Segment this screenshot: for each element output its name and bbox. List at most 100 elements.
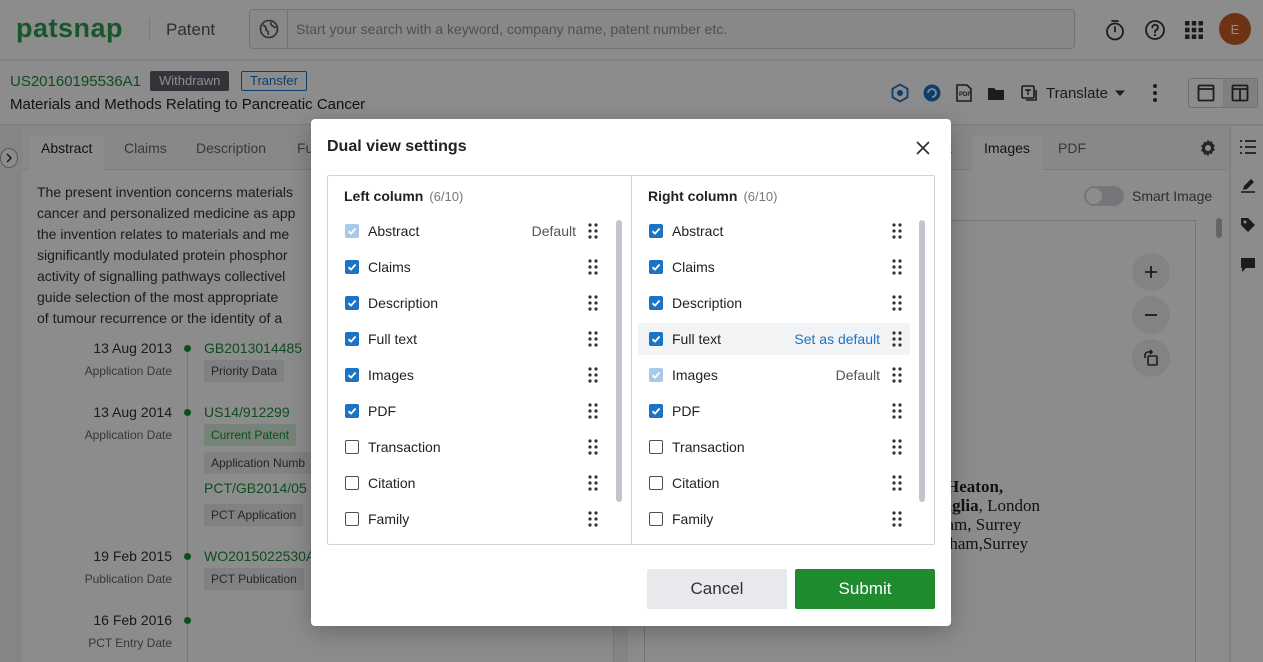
checkbox[interactable] xyxy=(345,332,359,346)
left-column-item-full-text[interactable]: Full text xyxy=(334,323,606,355)
check-icon xyxy=(651,262,661,272)
cancel-button[interactable]: Cancel xyxy=(647,569,787,609)
checkbox[interactable] xyxy=(345,368,359,382)
check-icon xyxy=(347,334,357,344)
check-icon xyxy=(347,406,357,416)
check-icon xyxy=(651,298,661,308)
check-icon xyxy=(651,370,661,380)
right-column-list: Abstract Claims Description Full text Set as… xyxy=(638,215,914,544)
item-label: Images xyxy=(672,367,718,383)
check-icon xyxy=(347,262,357,272)
drag-handle-icon[interactable] xyxy=(588,439,598,455)
item-label: Description xyxy=(672,295,742,311)
item-label: Transaction xyxy=(368,439,441,455)
right-column-scrollbar[interactable] xyxy=(919,220,925,502)
right-column-item-claims[interactable]: Claims xyxy=(638,251,910,283)
set-as-default-link[interactable]: Set as default xyxy=(794,331,880,347)
right-column-item-description[interactable]: Description xyxy=(638,287,910,319)
drag-handle-icon[interactable] xyxy=(588,331,598,347)
drag-handle-icon[interactable] xyxy=(588,475,598,491)
left-column-heading: Left column (6/10) xyxy=(344,188,463,204)
drag-handle-icon[interactable] xyxy=(588,295,598,311)
item-label: Abstract xyxy=(672,223,723,239)
right-column-title: Right column xyxy=(648,188,737,204)
item-label: Images xyxy=(368,367,414,383)
drag-handle-icon[interactable] xyxy=(892,439,902,455)
left-column-item-claims[interactable]: Claims xyxy=(334,251,606,283)
check-icon xyxy=(347,370,357,380)
drag-handle-icon[interactable] xyxy=(892,475,902,491)
item-label: PDF xyxy=(672,403,700,419)
checkbox xyxy=(649,368,663,382)
item-label: PDF xyxy=(368,403,396,419)
submit-button[interactable]: Submit xyxy=(795,569,935,609)
item-label: Family xyxy=(672,511,713,527)
left-column-scrollbar[interactable] xyxy=(616,220,622,502)
drag-handle-icon[interactable] xyxy=(892,259,902,275)
drag-handle-icon[interactable] xyxy=(588,511,598,527)
checkbox xyxy=(345,224,359,238)
item-label: Citation xyxy=(672,475,719,491)
right-column-item-transaction[interactable]: Transaction xyxy=(638,431,910,463)
drag-handle-icon[interactable] xyxy=(588,367,598,383)
left-column-item-citation[interactable]: Citation xyxy=(334,467,606,499)
item-label: Claims xyxy=(672,259,715,275)
drag-handle-icon[interactable] xyxy=(892,511,902,527)
checkbox[interactable] xyxy=(649,260,663,274)
item-label: Transaction xyxy=(672,439,745,455)
check-icon xyxy=(651,406,661,416)
right-column-item-abstract[interactable]: Abstract xyxy=(638,215,910,247)
item-label: Full text xyxy=(672,331,721,347)
right-column-item-pdf[interactable]: PDF xyxy=(638,395,910,427)
checkbox[interactable] xyxy=(649,296,663,310)
left-column-item-description[interactable]: Description xyxy=(334,287,606,319)
right-column-item-full-text[interactable]: Full text Set as default xyxy=(638,323,910,355)
drag-handle-icon[interactable] xyxy=(892,295,902,311)
left-column-item-abstract[interactable]: AbstractDefault xyxy=(334,215,606,247)
checkbox[interactable] xyxy=(649,224,663,238)
check-icon xyxy=(347,298,357,308)
drag-handle-icon[interactable] xyxy=(588,259,598,275)
checkbox[interactable] xyxy=(649,476,663,490)
checkbox[interactable] xyxy=(649,440,663,454)
check-icon xyxy=(347,226,357,236)
left-column-item-images[interactable]: Images xyxy=(334,359,606,391)
dual-view-settings-dialog: Dual view settings Left column(6/10) Abs… xyxy=(311,119,951,626)
right-column-item-family[interactable]: Family xyxy=(638,503,910,535)
checkbox[interactable] xyxy=(345,404,359,418)
checkbox[interactable] xyxy=(345,512,359,526)
close-icon[interactable] xyxy=(911,136,935,160)
column-settings: Left column(6/10) AbstractDefaultClaimsD… xyxy=(327,175,935,545)
default-label: Default xyxy=(532,223,576,239)
drag-handle-icon[interactable] xyxy=(892,223,902,239)
checkbox[interactable] xyxy=(345,440,359,454)
drag-handle-icon[interactable] xyxy=(892,367,902,383)
checkbox[interactable] xyxy=(649,332,663,346)
item-label: Claims xyxy=(368,259,411,275)
checkbox[interactable] xyxy=(649,512,663,526)
right-column-count: (6/10) xyxy=(743,189,777,204)
checkbox[interactable] xyxy=(649,404,663,418)
checkbox[interactable] xyxy=(345,260,359,274)
item-label: Citation xyxy=(368,475,415,491)
right-column-item-citation[interactable]: Citation xyxy=(638,467,910,499)
right-column-item-images[interactable]: ImagesDefault xyxy=(638,359,910,391)
check-icon xyxy=(651,334,661,344)
left-column-list: AbstractDefault Claims Description Full tex… xyxy=(334,215,610,544)
left-column-item-pdf[interactable]: PDF xyxy=(334,395,606,427)
left-column-title: Left column xyxy=(344,188,423,204)
checkbox[interactable] xyxy=(345,296,359,310)
drag-handle-icon[interactable] xyxy=(588,223,598,239)
item-label: Full text xyxy=(368,331,417,347)
left-column-item-family[interactable]: Family xyxy=(334,503,606,535)
drag-handle-icon[interactable] xyxy=(892,331,902,347)
left-column-item-transaction[interactable]: Transaction xyxy=(334,431,606,463)
left-column-settings: Left column (6/10) AbstractDefault Claims D… xyxy=(328,176,632,544)
drag-handle-icon[interactable] xyxy=(892,403,902,419)
right-column-heading: Right column (6/10) xyxy=(648,188,777,204)
checkbox[interactable] xyxy=(345,476,359,490)
drag-handle-icon[interactable] xyxy=(588,403,598,419)
right-column-settings: Right column (6/10) Abstract Claims Descrip… xyxy=(632,176,934,544)
left-column-count: (6/10) xyxy=(429,189,463,204)
item-label: Description xyxy=(368,295,438,311)
